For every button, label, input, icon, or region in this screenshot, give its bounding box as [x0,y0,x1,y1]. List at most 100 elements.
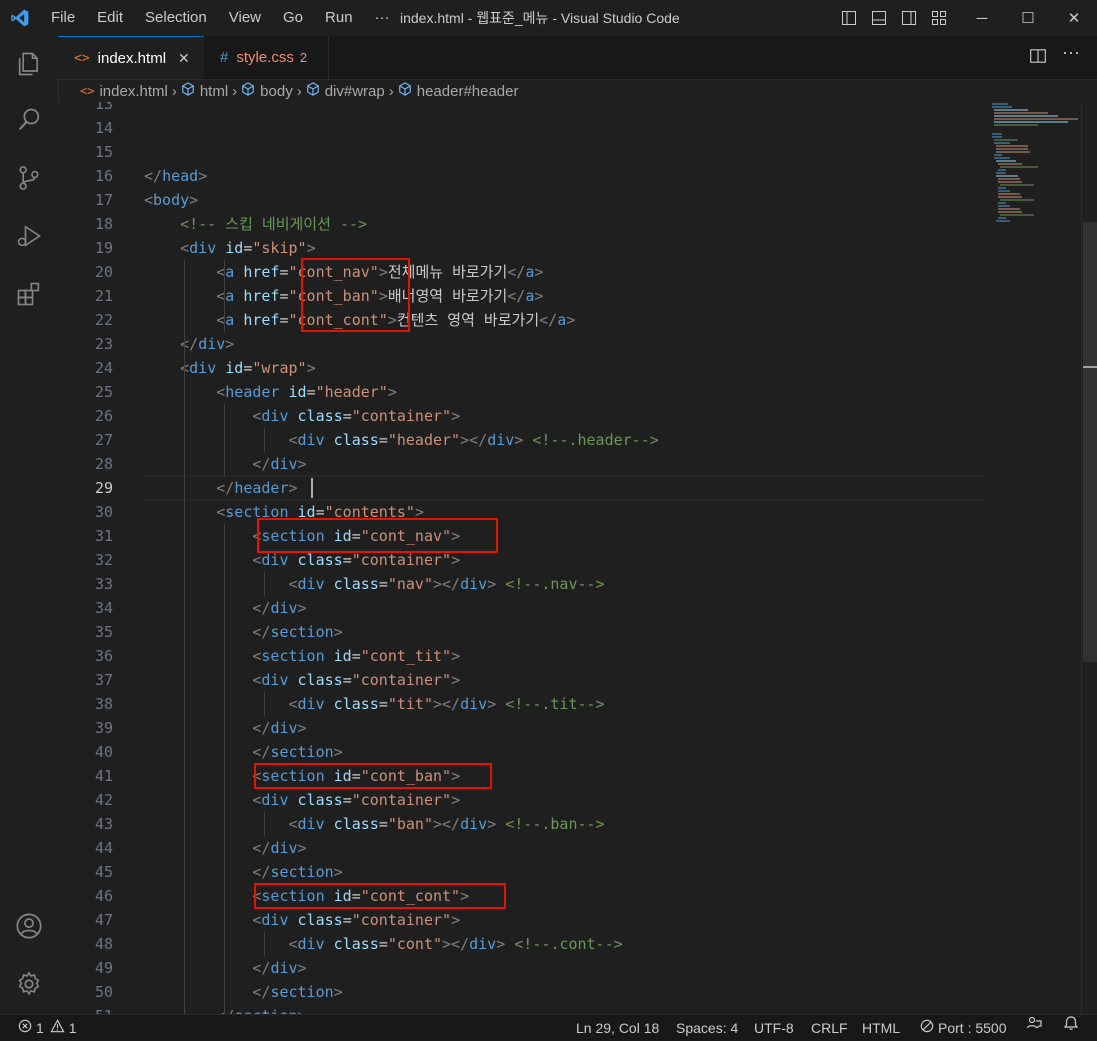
close-tab-icon[interactable]: ✕ [178,50,190,67]
highlight-box-cont-cont [254,883,506,909]
code-text: <div id="wrap"> [144,356,315,380]
code-token: div [297,431,325,449]
line-number: 16 [94,167,113,185]
code-token: </ [252,719,271,737]
minimap[interactable] [988,102,1088,1014]
minimize-button[interactable]: ─ [959,0,1005,36]
encoding-setting[interactable]: UTF-8 [754,1015,794,1041]
code-token: "tit" [387,695,433,713]
maximize-button[interactable]: ☐ [1005,0,1051,36]
line-number: 51 [58,1004,113,1014]
chevron-right-icon: › [232,82,238,100]
line-number: 25 [94,383,113,401]
breadcrumb-html[interactable]: html [181,82,228,100]
code-token: </ [442,815,461,833]
code-text: </section> [144,740,342,764]
menu-more[interactable]: ··· [364,0,401,36]
close-button[interactable]: ✕ [1051,0,1097,36]
eol-setting[interactable]: CRLF [811,1015,848,1041]
code-token: < [288,575,298,593]
line-number: 23 [94,335,113,353]
code-token: a [225,311,235,329]
tab-style-css[interactable]: # style.css 2 [204,36,329,79]
code-token: id [333,647,352,665]
code-line: 45 </section> [58,860,988,884]
line-number: 38 [94,695,113,713]
toggle-panel-icon[interactable] [868,7,890,29]
breadcrumb-body[interactable]: body [241,82,293,100]
code-token: </ [451,935,470,953]
vertical-scrollbar[interactable] [1081,102,1097,1014]
tab-index-html[interactable]: <> index.html ✕ [58,36,204,79]
code-token: div [487,431,515,449]
line-number: 41 [94,767,113,785]
account-icon[interactable] [0,902,58,950]
search-icon[interactable] [0,96,58,144]
code-token: "header" [387,431,461,449]
language-mode[interactable]: HTML [862,1015,900,1041]
code-token: </ [442,695,461,713]
indentation-setting[interactable]: Spaces: 4 [676,1015,738,1041]
code-line: 40 </section> [58,740,988,764]
code-line: 44 </div> [58,836,988,860]
line-number: 49 [94,959,113,977]
breadcrumb-file[interactable]: <> index.html [80,83,168,100]
breadcrumb-header[interactable]: header#header [398,82,519,100]
line-number: 45 [94,863,113,881]
line-number: 43 [94,815,113,833]
line-number: 27 [94,431,113,449]
code-line: 34 </div> [58,596,988,620]
code-line: 24 <div id="wrap"> [58,356,988,380]
split-editor-icon[interactable] [1029,47,1049,67]
code-token: > [297,959,307,977]
menu-edit[interactable]: Edit [86,0,134,36]
cursor-position[interactable]: Ln 29, Col 18 [576,1015,659,1041]
toggle-primary-sidebar-icon[interactable] [838,7,860,29]
code-line: 26 <div class="container"> [58,404,988,428]
menu-run[interactable]: Run [314,0,364,36]
code-token: div [270,959,298,977]
menu-view[interactable]: View [218,0,272,36]
run-debug-icon[interactable] [0,212,58,260]
code-token: > [514,431,524,449]
settings-gear-icon[interactable] [0,960,58,1008]
html-file-icon: <> [80,84,95,98]
extensions-icon[interactable] [0,270,58,318]
code-token: div [261,551,289,569]
menu-file[interactable]: File [40,0,86,36]
menu-go[interactable]: Go [272,0,314,36]
code-token: > [306,239,316,257]
toggle-secondary-sidebar-icon[interactable] [898,7,920,29]
code-token: > [451,551,461,569]
explorer-icon[interactable] [0,40,58,88]
tab-label: style.css [236,49,294,66]
scrollbar-cursor-marker [1083,366,1097,368]
notifications-bell-icon[interactable] [1063,1015,1079,1031]
customize-layout-icon[interactable] [928,7,950,29]
code-token: > [225,335,235,353]
code-token: "nav" [387,575,433,593]
line-number: 42 [94,791,113,809]
code-line: 25 <header id="header"> [58,380,988,404]
breadcrumb-div-wrap[interactable]: div#wrap [306,82,385,100]
source-control-icon[interactable] [0,154,58,202]
code-token: class [333,935,379,953]
code-token: class [297,551,343,569]
vscode-logo-icon [0,0,40,36]
problems-indicator[interactable]: 1 1 [18,1015,77,1041]
more-actions-icon[interactable]: ··· [1062,42,1080,63]
line-number: 15 [94,143,113,161]
menu-selection[interactable]: Selection [134,0,218,36]
code-text: <div class="header"></div> <!--.header--… [144,428,659,452]
feedback-icon[interactable] [1026,1015,1042,1031]
code-line: 29 </header> [58,476,988,500]
live-server-port[interactable]: Port : 5500 [920,1015,1007,1041]
code-editor[interactable]: 13 14 15 16 </head> 17 <body> 18 <!-- 스킵 네비게이션 … [58,102,1097,1014]
scrollbar-thumb[interactable] [1083,222,1097,662]
